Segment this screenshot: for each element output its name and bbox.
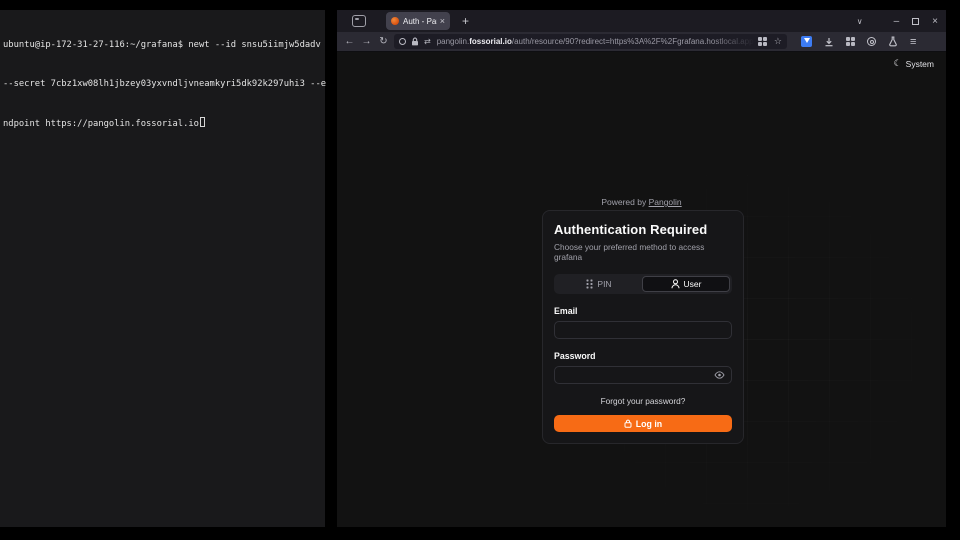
- adblock-icon[interactable]: [867, 37, 876, 46]
- firefox-view-icon[interactable]: [352, 15, 366, 27]
- tab-pin[interactable]: PIN: [556, 276, 642, 292]
- navigation-toolbar: ← → ↻ ⇄ pangolin.fossorial.io/auth/resou…: [337, 32, 946, 52]
- tab-title: Auth - Pangolin: [403, 17, 437, 26]
- tab-pin-label: PIN: [597, 279, 611, 289]
- email-input-wrap: [554, 321, 732, 339]
- theme-toggle-button[interactable]: ☾ System: [894, 58, 934, 69]
- shortcuts-grid-icon[interactable]: [758, 37, 767, 46]
- page-content: ☾ System Powered by Pangolin Authenticat…: [337, 52, 946, 527]
- moon-icon: ☾: [894, 58, 902, 69]
- terminal-line: ubuntu@ip-172-31-27-116:~/grafana$ newt …: [3, 39, 322, 52]
- password-field[interactable]: [555, 367, 714, 383]
- url-text[interactable]: pangolin.fossorial.io/auth/resource/90?r…: [437, 37, 758, 46]
- permissions-exchange-icon[interactable]: ⇄: [424, 37, 431, 46]
- login-button-label: Log in: [636, 419, 662, 429]
- forward-button[interactable]: →: [358, 36, 375, 47]
- url-bar[interactable]: ⇄ pangolin.fossorial.io/auth/resource/90…: [394, 34, 787, 49]
- terminal-line: ndpoint https://pangolin.fossorial.io: [3, 117, 322, 131]
- tab-user-label: User: [684, 279, 702, 289]
- terminal-line: --secret 7cbz1xw08lh1jbzey03yxvndljvneam…: [3, 78, 322, 91]
- card-title: Authentication Required: [554, 222, 732, 237]
- beaker-extension-icon[interactable]: [888, 36, 898, 47]
- maximize-button[interactable]: [912, 18, 919, 25]
- reload-button[interactable]: ↻: [375, 36, 392, 47]
- pangolin-link[interactable]: Pangolin: [649, 197, 682, 207]
- privacy-extension-icon[interactable]: [801, 36, 812, 47]
- login-button[interactable]: Log in: [554, 415, 732, 432]
- list-tabs-chevron-icon[interactable]: ∨: [857, 17, 863, 26]
- tracking-protection-icon[interactable]: [399, 38, 406, 45]
- menu-icon[interactable]: ≡: [910, 36, 916, 48]
- show-password-eye-icon[interactable]: [714, 371, 725, 379]
- auth-method-tabs: PIN User: [554, 274, 732, 294]
- tab-user[interactable]: User: [642, 276, 730, 292]
- card-subtitle: Choose your preferred method to access g…: [554, 242, 732, 262]
- terminal-cursor: [200, 117, 205, 127]
- login-lock-icon: [624, 419, 632, 428]
- email-field[interactable]: [555, 322, 731, 338]
- lock-icon: [411, 37, 419, 46]
- forgot-password-link[interactable]: Forgot your password?: [554, 396, 732, 406]
- pangolin-favicon-icon: [391, 17, 399, 25]
- keypad-dots-icon: [586, 279, 593, 289]
- minimize-button[interactable]: –: [894, 16, 900, 27]
- tab-bar: Auth - Pangolin × + ∨ – ×: [337, 10, 946, 32]
- tab-close-icon[interactable]: ×: [440, 16, 445, 26]
- terminal-window[interactable]: ubuntu@ip-172-31-27-116:~/grafana$ newt …: [0, 10, 325, 527]
- email-label: Email: [554, 306, 732, 316]
- auth-card: Authentication Required Choose your pref…: [542, 210, 744, 444]
- browser-window: Auth - Pangolin × + ∨ – × ← → ↻ ⇄ pangol…: [337, 10, 946, 527]
- back-button[interactable]: ←: [341, 36, 358, 47]
- bookmark-star-icon[interactable]: ☆: [774, 36, 782, 47]
- password-label: Password: [554, 351, 732, 361]
- new-tab-button[interactable]: +: [462, 14, 469, 28]
- extensions-grid-icon[interactable]: [846, 37, 855, 46]
- close-window-button[interactable]: ×: [932, 16, 938, 27]
- downloads-icon[interactable]: [824, 37, 834, 47]
- theme-toggle-label: System: [906, 59, 934, 69]
- tab-auth-pangolin[interactable]: Auth - Pangolin ×: [386, 12, 450, 30]
- user-icon: [671, 279, 680, 289]
- password-input-wrap: [554, 366, 732, 384]
- powered-by: Powered by Pangolin: [337, 197, 946, 207]
